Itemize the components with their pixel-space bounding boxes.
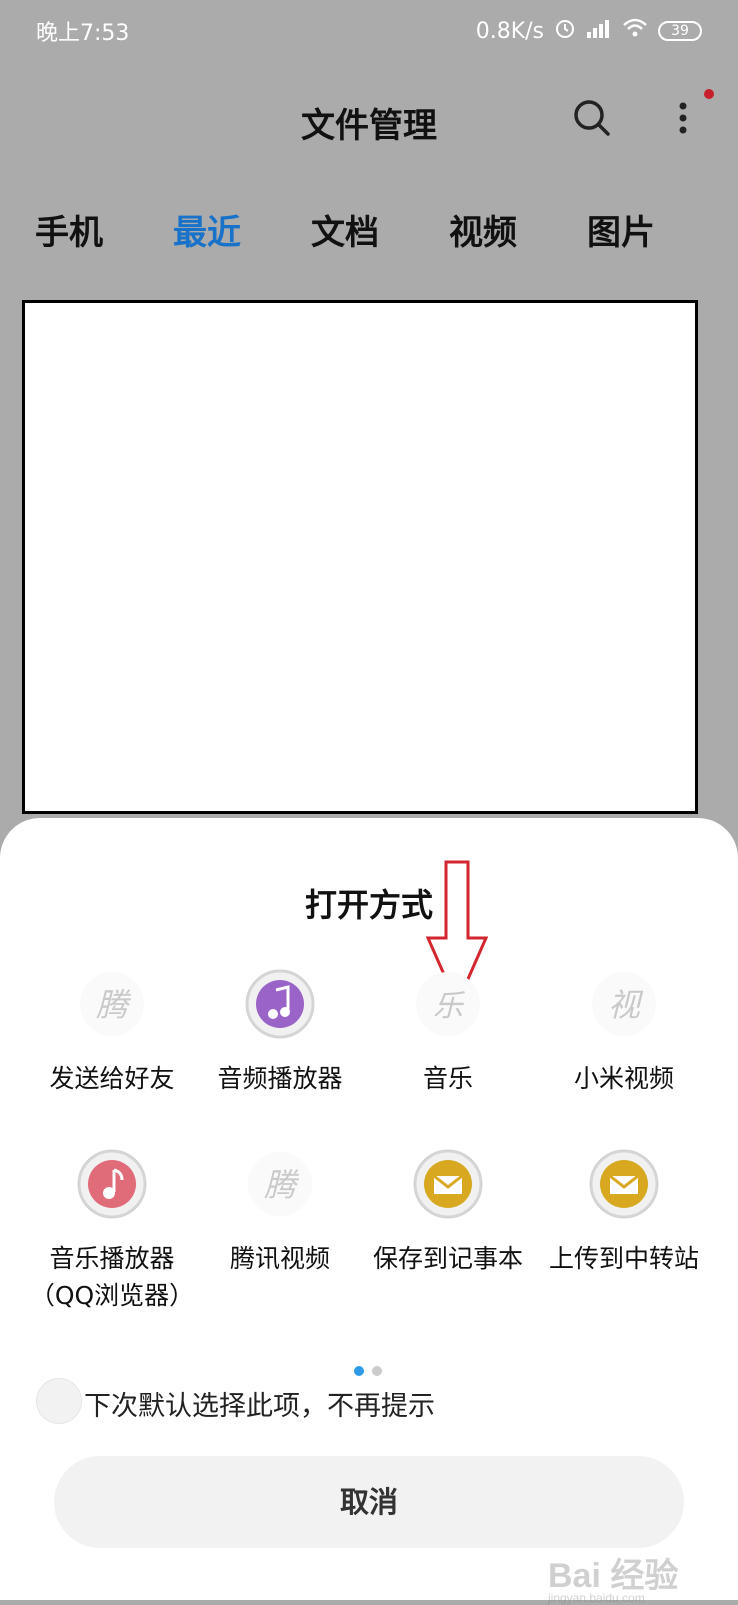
status-bar: 晚上7:53 0.8K/s 39: [0, 0, 738, 62]
watermark-url: jingyan.baidu.com: [548, 1591, 645, 1605]
app-label: 音频播放器: [217, 1064, 343, 1093]
app-bar: 文件管理: [0, 80, 738, 160]
tab-images[interactable]: 图片: [566, 205, 676, 254]
music-player-icon: [77, 1149, 147, 1219]
tab-recent[interactable]: 最近: [152, 205, 262, 254]
app-label: 音乐: [422, 1064, 473, 1093]
app-label: 腾讯视频: [229, 1244, 330, 1273]
app-music[interactable]: 乐 音乐: [356, 968, 540, 1118]
tab-phone[interactable]: 手机: [14, 205, 124, 254]
page-indicator: [354, 1366, 384, 1378]
tencent-video-icon: 腾: [248, 1152, 312, 1216]
tencent-icon: 腾: [80, 972, 144, 1036]
category-tabs: 手机 最近 文档 视频 图片: [0, 205, 738, 265]
remember-default-checkbox[interactable]: [36, 1378, 82, 1424]
battery-indicator: 39: [658, 21, 702, 41]
alarm-icon: [554, 17, 576, 45]
cancel-button[interactable]: 取消: [54, 1456, 684, 1548]
app-tencent-video[interactable]: 腾 腾讯视频: [188, 1148, 372, 1298]
page-dot-active: [354, 1366, 364, 1376]
app-mi-video[interactable]: 视 小米视频: [532, 968, 716, 1118]
status-time: 晚上7:53: [36, 21, 130, 46]
app-qq-music-player[interactable]: 音乐播放器 （QQ浏览器）: [20, 1148, 204, 1310]
search-button[interactable]: [570, 96, 614, 140]
more-options-button[interactable]: [668, 96, 698, 140]
app-label: 小米视频: [573, 1064, 674, 1093]
app-label: 上传到中转站: [548, 1244, 699, 1273]
page-title: 文件管理: [301, 106, 437, 146]
app-upload-to-transfer[interactable]: 上传到中转站: [532, 1148, 716, 1298]
mi-video-icon: 视: [592, 972, 656, 1036]
tab-documents[interactable]: 文档: [290, 205, 400, 254]
music-icon: 乐: [416, 972, 480, 1036]
watermark-brand: Bai 经验: [548, 1557, 679, 1595]
svg-text:乐: 乐: [433, 989, 465, 1024]
app-save-to-notepad[interactable]: 保存到记事本: [356, 1148, 540, 1298]
audio-player-icon: [245, 969, 315, 1039]
status-icons: 0.8K/s 39: [476, 17, 702, 45]
network-speed: 0.8K/s: [475, 18, 544, 44]
app-audio-player[interactable]: 音频播放器: [188, 968, 372, 1118]
svg-text:视: 视: [608, 986, 644, 1024]
app-label: 音乐播放器 （QQ浏览器）: [29, 1244, 195, 1310]
sheet-title: 打开方式: [304, 886, 433, 924]
search-icon: [574, 100, 610, 136]
baidu-jingyan-watermark: Bai 经验 jingyan.baidu.com: [548, 1548, 728, 1605]
app-label: 保存到记事本: [372, 1244, 523, 1273]
svg-text:腾: 腾: [264, 1166, 300, 1204]
tab-videos[interactable]: 视频: [428, 205, 538, 254]
notification-dot: [704, 89, 714, 99]
notepad-icon: [413, 1149, 483, 1219]
app-send-to-friend[interactable]: 腾 发送给好友: [20, 968, 204, 1118]
upload-icon: [589, 1149, 659, 1219]
page-dot: [372, 1366, 382, 1376]
svg-text:腾: 腾: [96, 986, 132, 1024]
wifi-icon: [622, 17, 648, 45]
content-preview-box: [22, 300, 698, 814]
app-label: 发送给好友: [49, 1064, 175, 1093]
open-with-sheet: 打开方式 腾 发送给好友 音频播放器 乐 音乐 视 小米视频 音乐播放器 （QQ…: [0, 818, 738, 1600]
more-vertical-icon: [679, 102, 687, 134]
remember-default-label: 下次默认选择此项，不再提示: [84, 1391, 435, 1422]
remember-default-row[interactable]: 下次默认选择此项，不再提示: [36, 1378, 716, 1428]
signal-icon: [586, 17, 612, 45]
